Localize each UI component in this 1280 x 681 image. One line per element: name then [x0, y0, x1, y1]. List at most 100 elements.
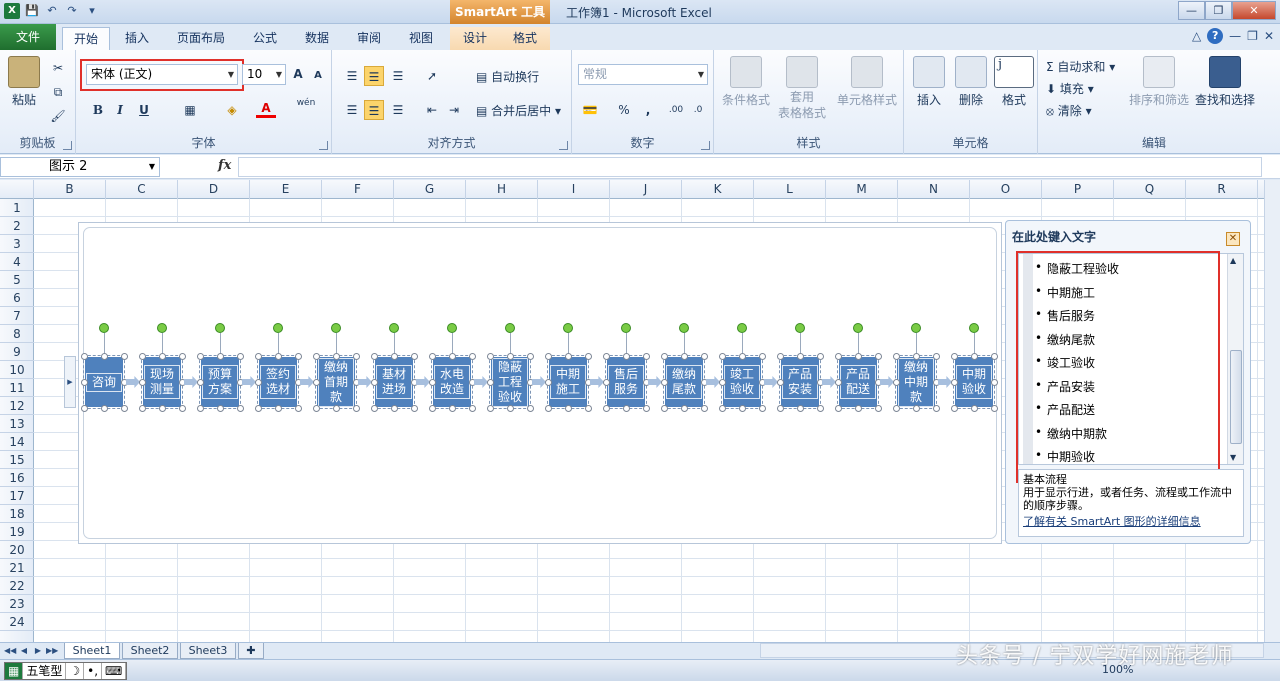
- resize-handle[interactable]: [255, 405, 262, 412]
- first-sheet-icon[interactable]: ◀◀: [4, 644, 16, 658]
- rotate-handle-icon[interactable]: [273, 323, 283, 333]
- currency-icon[interactable]: 💳: [580, 100, 600, 120]
- dialog-launcher-icon[interactable]: [319, 141, 328, 150]
- resize-handle[interactable]: [371, 405, 378, 412]
- dialog-launcher-icon[interactable]: [559, 141, 568, 150]
- column-header[interactable]: C: [106, 180, 178, 199]
- row-header[interactable]: 12: [0, 397, 34, 415]
- row-header[interactable]: 22: [0, 577, 34, 595]
- tab-review[interactable]: 审阅: [348, 27, 390, 50]
- resize-handle[interactable]: [237, 353, 244, 360]
- insert-sheet-icon[interactable]: ✚: [238, 643, 264, 659]
- resize-handle[interactable]: [255, 353, 262, 360]
- resize-handle[interactable]: [739, 353, 746, 360]
- table-format-button[interactable]: 套用 表格格式: [774, 56, 830, 121]
- rotate-handle-icon[interactable]: [99, 323, 109, 333]
- resize-handle[interactable]: [855, 405, 862, 412]
- paste-button[interactable]: 粘贴: [6, 56, 42, 108]
- row-header[interactable]: 20: [0, 541, 34, 559]
- column-header[interactable]: B: [34, 180, 106, 199]
- row-header[interactable]: 15: [0, 451, 34, 469]
- rotate-handle-icon[interactable]: [563, 323, 573, 333]
- resize-handle[interactable]: [371, 379, 378, 386]
- resize-handle[interactable]: [759, 405, 766, 412]
- resize-handle[interactable]: [643, 353, 650, 360]
- resize-handle[interactable]: [971, 405, 978, 412]
- row-header[interactable]: 6: [0, 289, 34, 307]
- resize-handle[interactable]: [507, 405, 514, 412]
- punctuation-icon[interactable]: •,: [84, 663, 103, 679]
- tab-view[interactable]: 视图: [400, 27, 442, 50]
- cell-styles-button[interactable]: 单元格样式: [834, 56, 900, 108]
- resize-handle[interactable]: [565, 353, 572, 360]
- resize-handle[interactable]: [681, 353, 688, 360]
- sort-filter-button[interactable]: 排序和筛选: [1126, 56, 1192, 108]
- font-color-icon[interactable]: A: [256, 100, 276, 118]
- ime-toolbar[interactable]: ▦ 五笔型 ☽ •, ⌨: [4, 662, 128, 680]
- rotate-handle-icon[interactable]: [331, 323, 341, 333]
- smartart-shape[interactable]: 基材进场: [373, 355, 415, 409]
- resize-handle[interactable]: [429, 379, 436, 386]
- decrease-decimal-icon[interactable]: .0: [688, 100, 708, 120]
- row-header[interactable]: 21: [0, 559, 34, 577]
- resize-handle[interactable]: [817, 353, 824, 360]
- align-right-icon[interactable]: ☰: [388, 100, 408, 120]
- resize-handle[interactable]: [603, 353, 610, 360]
- resize-handle[interactable]: [217, 353, 224, 360]
- rotate-handle-icon[interactable]: [795, 323, 805, 333]
- text-pane-scrollbar[interactable]: ▲ ▼: [1227, 254, 1243, 464]
- rotate-handle-icon[interactable]: [447, 323, 457, 333]
- resize-handle[interactable]: [197, 353, 204, 360]
- resize-handle[interactable]: [951, 353, 958, 360]
- smartart-shape[interactable]: 中期施工: [547, 355, 589, 409]
- sheet-tab[interactable]: Sheet2: [122, 643, 178, 659]
- rotate-handle-icon[interactable]: [215, 323, 225, 333]
- resize-handle[interactable]: [391, 405, 398, 412]
- resize-handle[interactable]: [101, 405, 108, 412]
- resize-handle[interactable]: [197, 379, 204, 386]
- smartart-shape[interactable]: 签约选材: [257, 355, 299, 409]
- vertical-scrollbar[interactable]: [1264, 180, 1280, 642]
- resize-handle[interactable]: [565, 405, 572, 412]
- insert-cells-button[interactable]: 插入: [908, 56, 950, 108]
- resize-handle[interactable]: [469, 405, 476, 412]
- row-header[interactable]: 8: [0, 325, 34, 343]
- resize-handle[interactable]: [893, 405, 900, 412]
- resize-handle[interactable]: [527, 353, 534, 360]
- workbook-restore-icon[interactable]: ❐: [1247, 29, 1258, 43]
- decrease-indent-icon[interactable]: ⇤: [422, 100, 442, 120]
- resize-handle[interactable]: [913, 405, 920, 412]
- resize-handle[interactable]: [527, 405, 534, 412]
- smartart-shape[interactable]: 预算方案: [199, 355, 241, 409]
- resize-handle[interactable]: [295, 353, 302, 360]
- smartart-shape[interactable]: 竣工验收: [721, 355, 763, 409]
- resize-handle[interactable]: [197, 405, 204, 412]
- align-top-icon[interactable]: ☰: [342, 66, 362, 86]
- tab-data[interactable]: 数据: [296, 27, 338, 50]
- resize-handle[interactable]: [623, 353, 630, 360]
- resize-handle[interactable]: [411, 405, 418, 412]
- resize-handle[interactable]: [623, 405, 630, 412]
- cut-icon[interactable]: ✂: [48, 58, 68, 78]
- column-header[interactable]: N: [898, 180, 970, 199]
- ime-mode[interactable]: 五笔型: [23, 663, 67, 679]
- resize-handle[interactable]: [159, 405, 166, 412]
- format-painter-icon[interactable]: 🖌: [48, 106, 68, 126]
- resize-handle[interactable]: [701, 405, 708, 412]
- resize-handle[interactable]: [797, 353, 804, 360]
- resize-handle[interactable]: [991, 379, 998, 386]
- smartart-shape[interactable]: 隐蔽工程验收: [489, 355, 531, 409]
- resize-handle[interactable]: [411, 353, 418, 360]
- name-box[interactable]: 图示 2 ▼: [0, 157, 160, 177]
- resize-handle[interactable]: [333, 353, 340, 360]
- align-middle-icon[interactable]: ☰: [364, 66, 384, 86]
- resize-handle[interactable]: [545, 379, 552, 386]
- resize-handle[interactable]: [835, 405, 842, 412]
- tab-formulas[interactable]: 公式: [244, 27, 286, 50]
- resize-handle[interactable]: [179, 405, 186, 412]
- column-header[interactable]: K: [682, 180, 754, 199]
- resize-handle[interactable]: [139, 379, 146, 386]
- row-header[interactable]: 19: [0, 523, 34, 541]
- rotate-handle-icon[interactable]: [157, 323, 167, 333]
- resize-handle[interactable]: [545, 405, 552, 412]
